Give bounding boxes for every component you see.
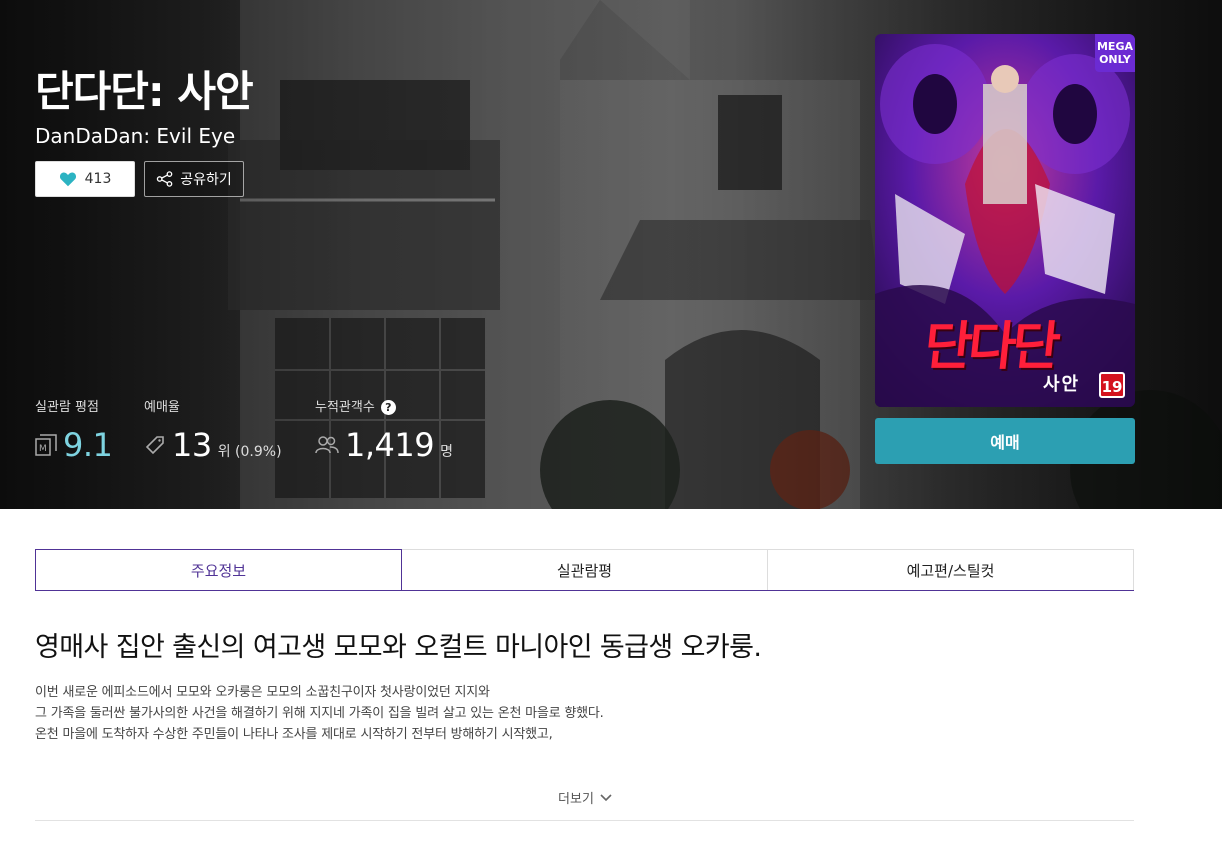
rating-value-group: M 9.1 — [35, 426, 113, 464]
book-button[interactable]: 예매 — [875, 418, 1135, 464]
audience-label-text: 누적관객수 — [315, 400, 375, 415]
rating-label: 실관람 평점 — [35, 400, 99, 415]
movie-title: 단다단: 사안 — [35, 67, 254, 116]
poster-art-sub: 사안 — [1043, 374, 1081, 395]
share-button[interactable]: 공유하기 — [144, 161, 244, 197]
audience-unit: 명 — [440, 444, 453, 460]
rating-value: 9.1 — [63, 426, 113, 464]
synopsis-headline: 영매사 집안 출신의 여고생 모모와 오컬트 마니아인 동급생 오카룽. — [35, 632, 762, 663]
tab-bar: 주요정보 실관람평 예고편/스틸컷 — [35, 549, 1134, 591]
synopsis-text: 이번 새로운 에피소드에서 모모와 오카룽은 모모의 소꿉친구이자 첫사랑이었던… — [35, 682, 604, 745]
reservation-unit: 위 (0.9%) — [217, 444, 282, 460]
age-rating-badge: 19 — [1099, 372, 1125, 398]
more-button[interactable]: 더보기 — [0, 788, 1170, 807]
audience-value: 1,419 — [345, 426, 435, 464]
reservation-rank: 13 — [172, 426, 212, 464]
badge-line2: ONLY — [1099, 53, 1131, 66]
tab-trailer-stills[interactable]: 예고편/스틸컷 — [768, 549, 1134, 590]
tab-main-info[interactable]: 주요정보 — [35, 549, 402, 590]
audience-label: 누적관객수? — [315, 396, 396, 415]
people-icon — [315, 436, 339, 454]
tab-reviews[interactable]: 실관람평 — [402, 549, 768, 590]
heart-icon — [59, 172, 76, 187]
movie-poster[interactable]: MEGA ONLY 단다단 사안 19 — [875, 34, 1135, 407]
chevron-down-icon — [600, 793, 612, 801]
help-icon[interactable]: ? — [380, 400, 396, 415]
mega-only-badge: MEGA ONLY — [1095, 34, 1135, 72]
share-label: 공유하기 — [180, 172, 232, 188]
like-count: 413 — [84, 171, 112, 187]
audience-value-group: 1,419 명 — [315, 426, 453, 464]
ticket-icon — [145, 436, 164, 455]
movie-subtitle: DanDaDan: Evil Eye — [35, 124, 236, 148]
svg-text:M: M — [39, 444, 47, 454]
rating-icon: M — [35, 434, 57, 456]
more-label: 더보기 — [558, 792, 594, 807]
poster-art-title: 단다단 — [921, 317, 1060, 377]
synopsis-line: 온천 마을에 도착하자 수상한 주민들이 나타나 조사를 제대로 시작하기 전부… — [35, 727, 553, 742]
like-button[interactable]: 413 — [35, 161, 135, 197]
synopsis-line: 이번 새로운 에피소드에서 모모와 오카룽은 모모의 소꿉친구이자 첫사랑이었던… — [35, 685, 490, 700]
share-icon — [157, 171, 173, 187]
reservation-label: 예매율 — [144, 400, 180, 415]
synopsis-line: 그 가족을 둘러싼 불가사의한 사건을 해결하기 위해 지지네 가족이 집을 빌… — [35, 706, 604, 721]
reservation-value-group: 13 위 (0.9%) — [144, 426, 282, 464]
divider — [35, 820, 1134, 821]
badge-line1: MEGA — [1096, 40, 1133, 53]
